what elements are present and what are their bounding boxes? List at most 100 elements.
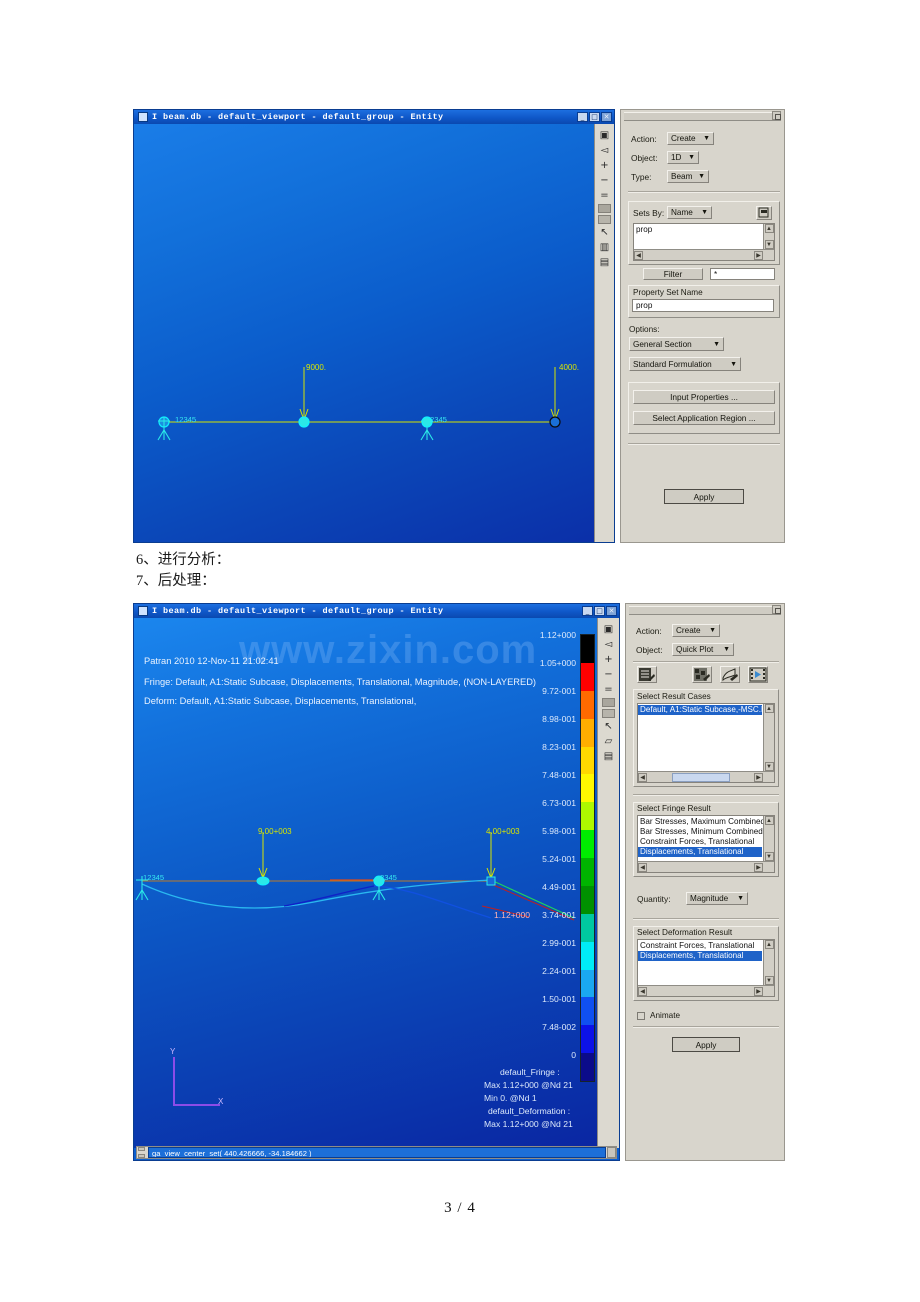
fringe-plot-icon[interactable] — [692, 666, 712, 683]
scroll-right-icon[interactable]: ▶ — [754, 251, 763, 260]
status-bar-handle[interactable] — [137, 1147, 147, 1158]
list-item[interactable]: Bar Stresses, Minimum Combined — [638, 827, 762, 837]
panel1-drag-handle[interactable] — [624, 112, 781, 121]
apply-button[interactable]: Apply — [664, 489, 744, 504]
colorbar-label: 5.98-001 — [542, 826, 576, 836]
object-select[interactable]: Quick Plot ▼ — [672, 643, 734, 656]
zoom-out-icon[interactable]: − — [597, 174, 612, 187]
list-item[interactable]: Default, A1:Static Subcase,-MSC.NAST — [638, 705, 762, 715]
command-input[interactable]: ga_view_center_set( 440.426666, -34.1846… — [148, 1147, 606, 1158]
render-wireframe-icon[interactable] — [598, 215, 611, 224]
formulation-value: Standard Formulation — [633, 360, 716, 369]
viewport-1[interactable]: 9000. 4000. 12345 2345 — [134, 124, 594, 543]
fit-view-icon[interactable]: = — [597, 189, 612, 202]
zoom-out-icon[interactable]: − — [601, 668, 616, 681]
scroll-down-icon[interactable]: ▼ — [765, 852, 774, 861]
fit-view-icon[interactable]: = — [601, 683, 616, 696]
viewport-2[interactable]: www.zixin.com Patran 2010 12-Nov-11 21:0… — [134, 618, 597, 1148]
window2-titlebar[interactable]: I beam.db - default_viewport - default_g… — [134, 604, 619, 618]
fringe-result-listbox[interactable]: Bar Stresses, Maximum CombinedBar Stress… — [637, 815, 775, 873]
scroll-left-icon[interactable]: ◀ — [638, 987, 647, 996]
close-button[interactable]: ✕ — [606, 606, 617, 616]
deformation-hscrollbar[interactable]: ◀ ▶ — [638, 985, 774, 996]
results-list-icon[interactable] — [637, 666, 657, 683]
scroll-down-icon[interactable]: ▼ — [765, 976, 774, 985]
panel2-drag-handle[interactable] — [629, 606, 781, 615]
viewport1-toolbar[interactable]: ▣ ◅ + − = ↖ ▥ ▤ — [594, 124, 614, 543]
minimize-button[interactable]: _ — [582, 606, 593, 616]
select-arrow-icon[interactable]: ↖ — [601, 720, 616, 733]
type-select[interactable]: Beam ▼ — [667, 170, 709, 183]
select-arrow-icon[interactable]: ↖ — [597, 226, 612, 239]
rotate-view-icon[interactable]: ◅ — [601, 638, 616, 651]
result-cases-listbox[interactable]: Default, A1:Static Subcase,-MSC.NAST ▲ ▼… — [637, 703, 775, 783]
render-wireframe-icon[interactable] — [602, 709, 615, 718]
section-select[interactable]: General Section ▼ — [629, 337, 724, 351]
fringe-hscrollbar[interactable]: ◀ ▶ — [638, 861, 774, 872]
scroll-right-icon[interactable]: ▶ — [754, 863, 763, 872]
sets-hscrollbar[interactable]: ◀ ▶ — [634, 249, 774, 260]
result-cases-vscrollbar[interactable]: ▲ ▼ — [763, 704, 774, 771]
scroll-left-icon[interactable]: ◀ — [638, 773, 647, 782]
deform-plot-icon[interactable] — [720, 666, 740, 683]
sets-by-select[interactable]: Name ▼ — [667, 206, 712, 219]
zoom-in-icon[interactable]: + — [601, 653, 616, 666]
scroll-right-icon[interactable]: ▶ — [754, 987, 763, 996]
sets-listbox[interactable]: prop ▲ ▼ ◀ ▶ — [633, 223, 775, 261]
close-button[interactable]: ✕ — [601, 112, 612, 122]
scroll-up-icon[interactable]: ▲ — [765, 940, 774, 949]
viewport2-toolbar[interactable]: ▣ ◅ + − = ↖ ▱ ▤ — [597, 618, 619, 1148]
result-cases-hscrollbar[interactable]: ◀ ▶ — [638, 771, 774, 782]
free-edge-icon[interactable]: ▤ — [601, 750, 616, 763]
scroll-down-icon[interactable]: ▼ — [765, 762, 774, 771]
free-edge-icon[interactable]: ▤ — [597, 256, 612, 269]
formulation-select[interactable]: Standard Formulation ▼ — [629, 357, 741, 371]
render-shaded-icon[interactable] — [602, 698, 615, 707]
panel1-pin-icon[interactable] — [772, 111, 781, 120]
hscroll-thumb[interactable] — [672, 773, 730, 782]
list-item[interactable]: prop — [634, 225, 774, 235]
action-select[interactable]: Create ▼ — [667, 132, 714, 145]
apply-button[interactable]: Apply — [672, 1037, 740, 1052]
copy-view-icon[interactable]: ▣ — [601, 623, 616, 636]
filter-button[interactable]: Filter — [643, 268, 703, 280]
scroll-up-icon[interactable]: ▲ — [765, 704, 774, 713]
scroll-left-icon[interactable]: ◀ — [634, 251, 643, 260]
property-set-name-input[interactable]: prop — [632, 299, 774, 312]
copy-view-icon[interactable]: ▣ — [597, 129, 612, 142]
maximize-button[interactable]: □ — [589, 112, 600, 122]
animate-checkbox[interactable] — [637, 1012, 645, 1020]
scroll-right-icon[interactable]: ▶ — [754, 773, 763, 782]
window1-titlebar[interactable]: I beam.db - default_viewport - default_g… — [134, 110, 614, 124]
hidden-line-icon[interactable]: ▥ — [597, 241, 612, 254]
sets-vscrollbar[interactable]: ▲ ▼ — [763, 224, 774, 249]
deformation-vscrollbar[interactable]: ▲ ▼ — [763, 940, 774, 985]
zoom-in-icon[interactable]: + — [597, 159, 612, 172]
list-item[interactable]: Displacements, Translational — [638, 951, 762, 961]
scroll-down-icon[interactable]: ▼ — [765, 240, 774, 249]
rotate-view-icon[interactable]: ◅ — [597, 144, 612, 157]
minimize-button[interactable]: _ — [577, 112, 588, 122]
quantity-select[interactable]: Magnitude ▼ — [686, 892, 748, 905]
sets-picker-icon[interactable] — [756, 206, 772, 220]
object-select[interactable]: 1D ▼ — [667, 151, 699, 164]
scroll-up-icon[interactable]: ▲ — [765, 224, 774, 233]
action-select[interactable]: Create ▼ — [672, 624, 720, 637]
select-application-region-button[interactable]: Select Application Region ... — [633, 411, 775, 425]
fringe-vscrollbar[interactable]: ▲ ▼ — [763, 816, 774, 861]
status-bar-resize[interactable] — [607, 1147, 616, 1158]
animate-plot-icon[interactable] — [748, 666, 768, 683]
maximize-button[interactable]: □ — [594, 606, 605, 616]
scroll-up-icon[interactable]: ▲ — [765, 816, 774, 825]
render-shaded-icon[interactable] — [598, 204, 611, 213]
list-item[interactable]: Bar Stresses, Maximum Combined — [638, 817, 762, 827]
list-item[interactable]: Constraint Forces, Translational — [638, 837, 762, 847]
list-item[interactable]: Displacements, Translational — [638, 847, 762, 857]
panel2-pin-icon[interactable] — [772, 605, 781, 614]
filter-input[interactable]: * — [710, 268, 775, 280]
hidden-line-icon[interactable]: ▱ — [601, 735, 616, 748]
scroll-left-icon[interactable]: ◀ — [638, 863, 647, 872]
list-item[interactable]: Constraint Forces, Translational — [638, 941, 762, 951]
input-properties-button[interactable]: Input Properties ... — [633, 390, 775, 404]
deformation-result-listbox[interactable]: Constraint Forces, TranslationalDisplace… — [637, 939, 775, 997]
